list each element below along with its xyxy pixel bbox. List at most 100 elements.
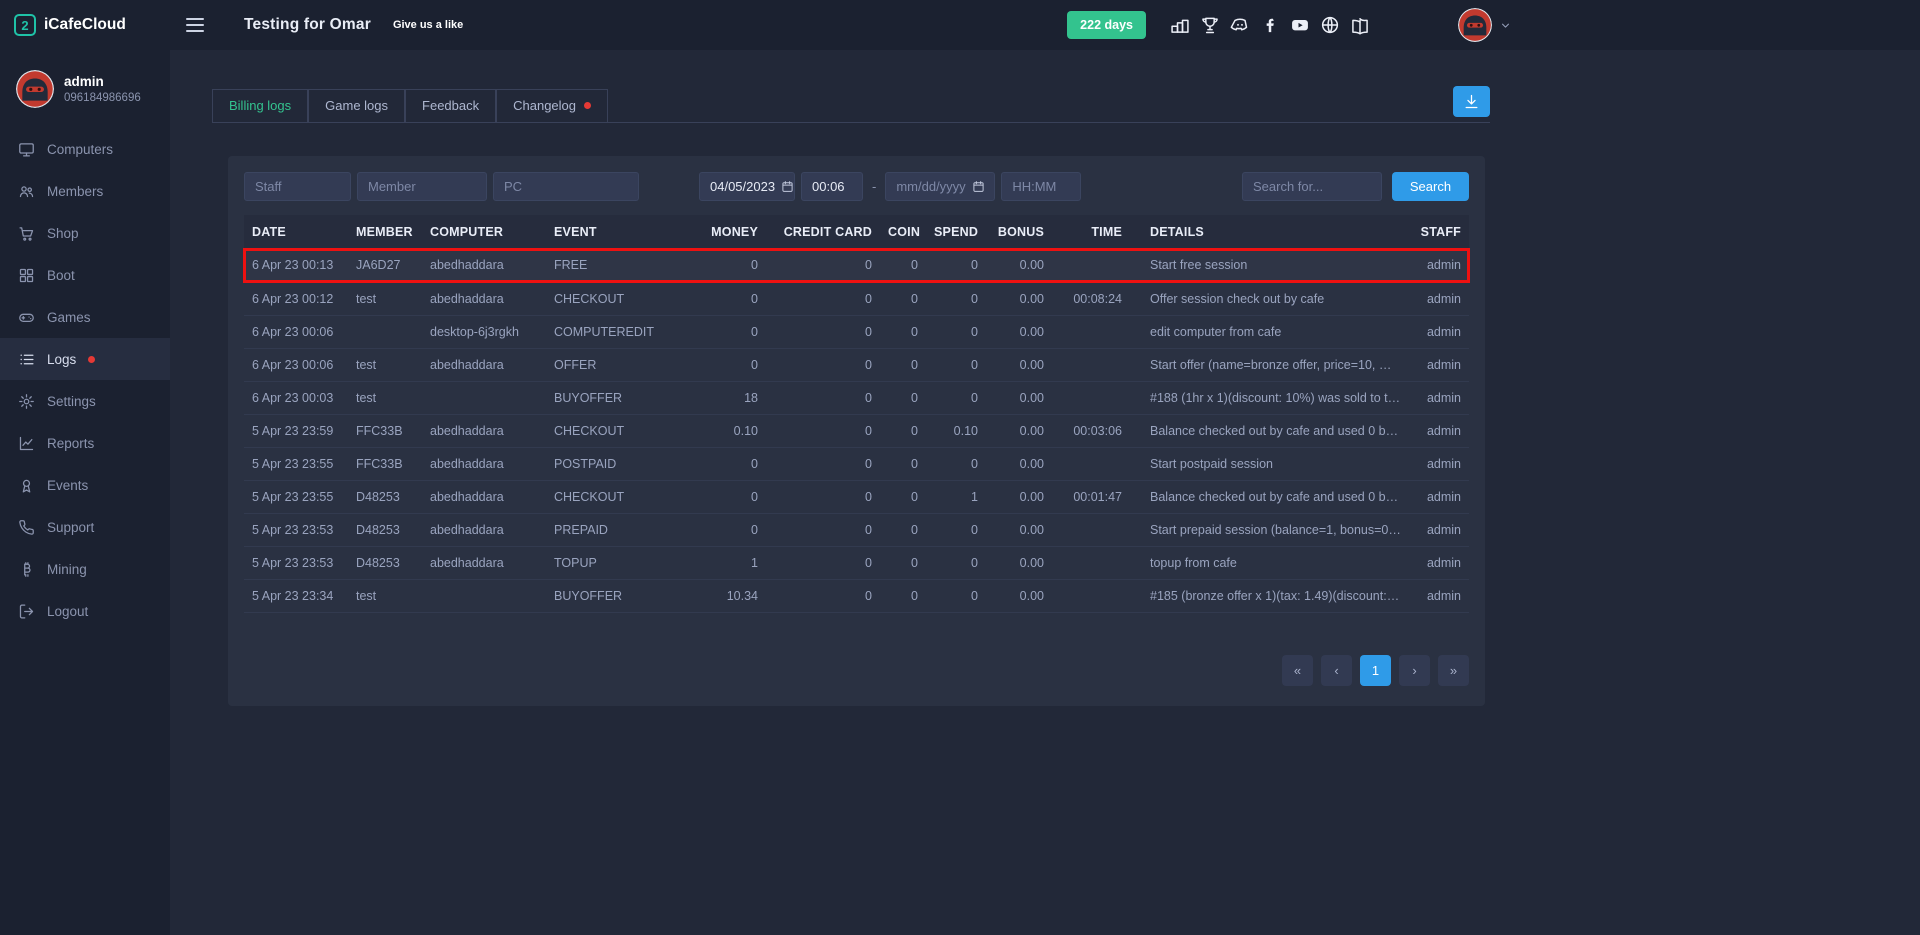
sidebar-item-logout[interactable]: Logout [0, 590, 170, 632]
leaderboard-icon[interactable] [1170, 15, 1190, 35]
member-filter-input[interactable] [357, 172, 487, 201]
column-header-details[interactable]: DETAILS [1130, 215, 1409, 249]
handbook-icon[interactable] [1350, 15, 1370, 35]
sidebar-item-mining[interactable]: Mining [0, 548, 170, 590]
tab-feedback[interactable]: Feedback [405, 89, 496, 123]
download-button[interactable] [1453, 86, 1490, 117]
table-cell: 0 [766, 480, 880, 513]
column-header-time[interactable]: TIME [1052, 215, 1130, 249]
table-cell: 0.00 [986, 546, 1052, 579]
youtube-icon[interactable] [1290, 15, 1310, 35]
table-row[interactable]: 5 Apr 23 23:53D48253abedhaddaraPREPAID00… [244, 513, 1469, 546]
sidebar-item-logs[interactable]: Logs [0, 338, 170, 380]
sidebar-item-members[interactable]: Members [0, 170, 170, 212]
table-cell: admin [1409, 249, 1469, 282]
table-header-row: DATEMEMBERCOMPUTEREVENTMONEYCREDIT CARDC… [244, 215, 1469, 249]
table-row[interactable]: 5 Apr 23 23:34testBUYOFFER10.340000.00#1… [244, 579, 1469, 612]
table-row[interactable]: 5 Apr 23 23:53D48253abedhaddaraTOPUP1000… [244, 546, 1469, 579]
first-page-button[interactable]: « [1282, 655, 1313, 686]
table-cell: desktop-6j3rgkh [422, 315, 546, 348]
table-row[interactable]: 6 Apr 23 00:06desktop-6j3rgkhCOMPUTEREDI… [244, 315, 1469, 348]
table-cell: 6 Apr 23 00:03 [244, 381, 348, 414]
chevron-down-icon [1499, 19, 1512, 32]
table-cell: 0 [692, 315, 766, 348]
brand[interactable]: 2 iCafeCloud [0, 0, 170, 50]
column-header-computer[interactable]: COMPUTER [422, 215, 546, 249]
table-cell: CHECKOUT [546, 414, 692, 447]
sidebar-item-support[interactable]: Support [0, 506, 170, 548]
tab-game-logs[interactable]: Game logs [308, 89, 405, 123]
table-row[interactable]: 5 Apr 23 23:55FFC33BabedhaddaraPOSTPAID0… [244, 447, 1469, 480]
table-cell: 6 Apr 23 00:12 [244, 282, 348, 315]
table-cell: 0 [880, 513, 926, 546]
column-header-credit-card[interactable]: CREDIT CARD [766, 215, 880, 249]
table-cell: abedhaddara [422, 480, 546, 513]
table-row[interactable]: 5 Apr 23 23:55D48253abedhaddaraCHECKOUT0… [244, 480, 1469, 513]
sidebar-item-games[interactable]: Games [0, 296, 170, 338]
date-to-placeholder: mm/dd/yyyy [896, 179, 965, 194]
sidebar-item-boot[interactable]: Boot [0, 254, 170, 296]
give-us-a-like-link[interactable]: Give us a like [393, 19, 463, 31]
brand-name: iCafeCloud [44, 16, 126, 34]
column-header-bonus[interactable]: BONUS [986, 215, 1052, 249]
last-page-button[interactable]: » [1438, 655, 1469, 686]
table-cell: 6 Apr 23 00:06 [244, 348, 348, 381]
column-header-coin[interactable]: COIN [880, 215, 926, 249]
column-header-date[interactable]: DATE [244, 215, 348, 249]
date-from-field[interactable]: 04/05/2023 [699, 172, 795, 201]
table-row[interactable]: 5 Apr 23 23:59FFC33BabedhaddaraCHECKOUT0… [244, 414, 1469, 447]
tab-changelog[interactable]: Changelog [496, 89, 608, 123]
table-cell: 0 [926, 348, 986, 381]
page-1-button[interactable]: 1 [1360, 655, 1391, 686]
user-menu[interactable] [1458, 8, 1512, 42]
topbar-icons [1170, 15, 1370, 35]
table-cell [1052, 546, 1130, 579]
table-cell: 00:03:06 [1052, 414, 1130, 447]
sidebar-item-reports[interactable]: Reports [0, 422, 170, 464]
sidebar-item-settings[interactable]: Settings [0, 380, 170, 422]
table-row[interactable]: 6 Apr 23 00:13JA6D27abedhaddaraFREE00000… [244, 249, 1469, 282]
discord-icon[interactable] [1230, 15, 1250, 35]
column-header-staff[interactable]: STAFF [1409, 215, 1469, 249]
column-header-money[interactable]: MONEY [692, 215, 766, 249]
sidebar-nav: Computers MembersShopBootGamesLogsSetting… [0, 128, 170, 632]
time-from-field[interactable]: 00:06 [801, 172, 863, 201]
time-to-field[interactable]: HH:MM [1001, 172, 1081, 201]
members-icon [18, 183, 35, 200]
prev-page-button[interactable]: ‹ [1321, 655, 1352, 686]
column-header-event[interactable]: EVENT [546, 215, 692, 249]
hamburger-menu-button[interactable] [178, 10, 212, 40]
table-cell: 5 Apr 23 23:55 [244, 447, 348, 480]
notification-dot [584, 102, 591, 109]
table-cell: 0.00 [986, 249, 1052, 282]
table-cell: 0 [766, 513, 880, 546]
sidebar-item-label: Computers [47, 142, 113, 157]
table-cell: JA6D27 [348, 249, 422, 282]
globe-icon[interactable] [1320, 15, 1340, 35]
table-row[interactable]: 6 Apr 23 00:06testabedhaddaraOFFER00000.… [244, 348, 1469, 381]
sidebar-item-events[interactable]: Events [0, 464, 170, 506]
column-header-spend[interactable]: SPEND [926, 215, 986, 249]
pc-filter-input[interactable] [493, 172, 639, 201]
days-badge[interactable]: 222 days [1067, 11, 1146, 39]
next-page-button[interactable]: › [1399, 655, 1430, 686]
table-cell [1052, 348, 1130, 381]
sidebar-item-shop[interactable]: Shop [0, 212, 170, 254]
table-cell: 0 [766, 414, 880, 447]
column-header-member[interactable]: MEMBER [348, 215, 422, 249]
search-button[interactable]: Search [1392, 172, 1469, 201]
staff-filter-input[interactable] [244, 172, 351, 201]
table-row[interactable]: 6 Apr 23 00:03testBUYOFFER180000.00#188 … [244, 381, 1469, 414]
table-cell: 0.00 [986, 414, 1052, 447]
table-cell: Balance checked out by cafe and used 0 b… [1130, 480, 1409, 513]
search-input[interactable] [1242, 172, 1382, 201]
table-cell: 0 [880, 414, 926, 447]
trophy-icon[interactable] [1200, 15, 1220, 35]
date-to-field[interactable]: mm/dd/yyyy [885, 172, 995, 201]
table-cell: 0 [692, 513, 766, 546]
sidebar-item-computers[interactable]: Computers [0, 128, 170, 170]
table-cell: 0 [692, 348, 766, 381]
table-row[interactable]: 6 Apr 23 00:12testabedhaddaraCHECKOUT000… [244, 282, 1469, 315]
facebook-icon[interactable] [1260, 15, 1280, 35]
tab-billing-logs[interactable]: Billing logs [212, 89, 308, 123]
